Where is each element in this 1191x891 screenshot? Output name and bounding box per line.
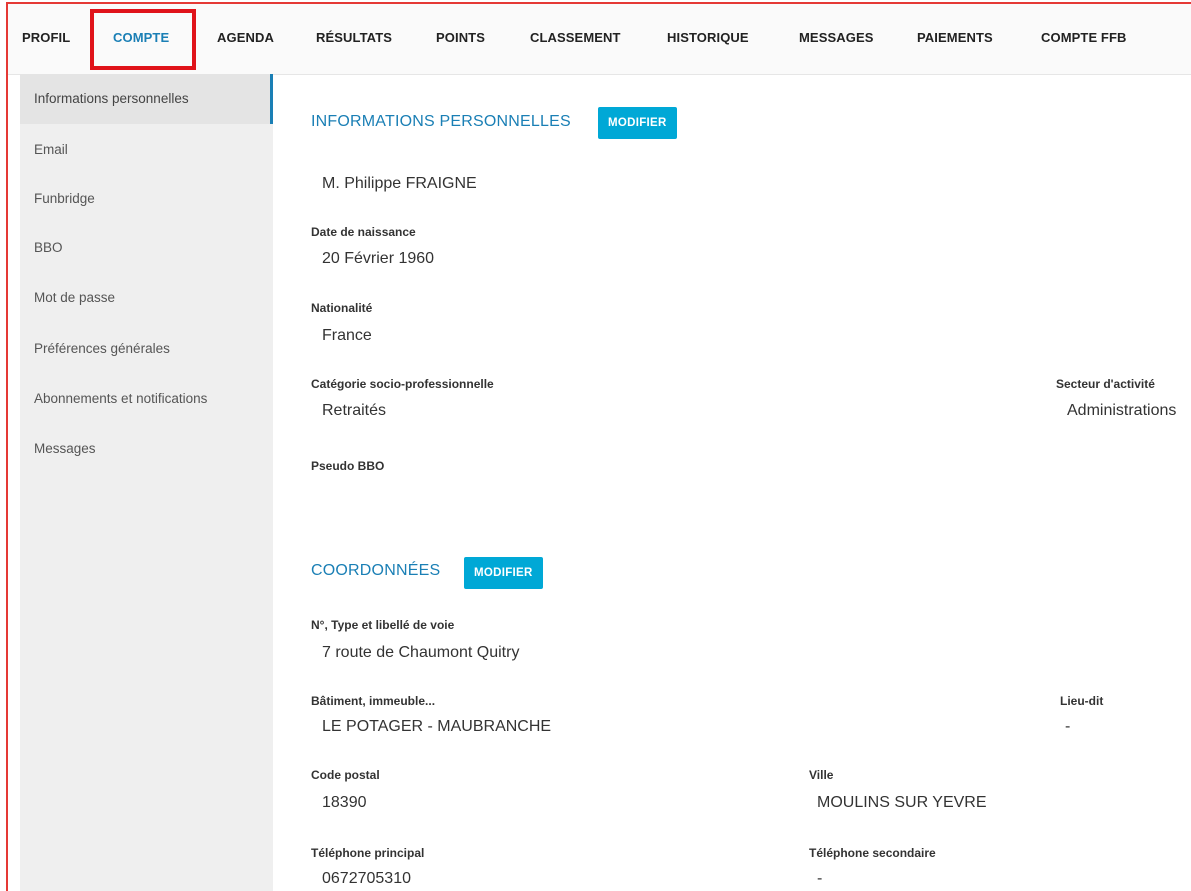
nav-tab-classement[interactable]: CLASSEMENT bbox=[530, 30, 621, 45]
sector-value: Administrations bbox=[1067, 402, 1177, 419]
csp-value: Retraités bbox=[322, 402, 387, 419]
sidebar-item-informations-personnelles[interactable]: Informations personnelles bbox=[20, 74, 273, 124]
sidebar-item-messages[interactable]: Messages bbox=[20, 424, 273, 474]
sector-label: Secteur d'activité bbox=[1056, 377, 1155, 391]
nav-tab-historique[interactable]: HISTORIQUE bbox=[667, 30, 749, 45]
sidebar-item-preferences[interactable]: Préférences générales bbox=[20, 324, 273, 374]
bbo-pseudo-label: Pseudo BBO bbox=[311, 459, 385, 473]
nationality-label: Nationalité bbox=[311, 301, 373, 315]
postal-code-value: 18390 bbox=[322, 794, 367, 811]
sidebar-item-mot-de-passe[interactable]: Mot de passe bbox=[20, 273, 273, 323]
sidebar-item-email[interactable]: Email bbox=[20, 125, 273, 175]
csp-label: Catégorie socio-professionnelle bbox=[311, 377, 494, 391]
person-name: M. Philippe FRAIGNE bbox=[322, 175, 477, 192]
phone-secondary-label: Téléphone secondaire bbox=[809, 846, 936, 860]
birth-value: 20 Février 1960 bbox=[322, 250, 435, 267]
street-value: 7 route de Chaumont Quitry bbox=[322, 644, 520, 661]
nav-tab-resultats[interactable]: RÉSULTATS bbox=[316, 30, 392, 45]
postal-code-label: Code postal bbox=[311, 768, 380, 782]
nationality-value: France bbox=[322, 327, 372, 344]
sidebar-item-funbridge[interactable]: Funbridge bbox=[20, 174, 273, 224]
sidebar-item-abonnements[interactable]: Abonnements et notifications bbox=[20, 374, 273, 424]
nav-tab-compte-ffb[interactable]: COMPTE FFB bbox=[1041, 30, 1127, 45]
phone-main-value: 0672705310 bbox=[322, 870, 411, 887]
street-label: N°, Type et libellé de voie bbox=[311, 618, 455, 632]
sidebar: Informations personnelles Email Funbridg… bbox=[20, 74, 273, 891]
nav-tab-paiements[interactable]: PAIEMENTS bbox=[917, 30, 993, 45]
city-value: MOULINS SUR YEVRE bbox=[817, 794, 987, 811]
birth-label: Date de naissance bbox=[311, 225, 416, 239]
nav-tab-profil[interactable]: PROFIL bbox=[22, 30, 70, 45]
lieu-dit-value: - bbox=[1065, 718, 1071, 735]
edit-contact-button[interactable]: MODIFIER bbox=[464, 557, 543, 589]
phone-secondary-value: - bbox=[817, 870, 823, 887]
section-title-contact: COORDONNÉES bbox=[311, 562, 441, 579]
sidebar-item-bbo[interactable]: BBO bbox=[20, 223, 273, 273]
app-frame: PROFIL COMPTE AGENDA RÉSULTATS POINTS CL… bbox=[6, 2, 1191, 891]
highlight-annotation bbox=[90, 9, 196, 70]
section-title-personal: INFORMATIONS PERSONNELLES bbox=[311, 113, 571, 130]
phone-main-label: Téléphone principal bbox=[311, 846, 425, 860]
nav-tab-agenda[interactable]: AGENDA bbox=[217, 30, 274, 45]
building-value: LE POTAGER - MAUBRANCHE bbox=[322, 718, 552, 735]
building-label: Bâtiment, immeuble... bbox=[311, 694, 436, 708]
city-label: Ville bbox=[809, 768, 834, 782]
nav-tab-points[interactable]: POINTS bbox=[436, 30, 485, 45]
top-navigation: PROFIL COMPTE AGENDA RÉSULTATS POINTS CL… bbox=[8, 4, 1191, 75]
lieu-dit-label: Lieu-dit bbox=[1060, 694, 1104, 708]
nav-tab-messages[interactable]: MESSAGES bbox=[799, 30, 873, 45]
edit-personal-button[interactable]: MODIFIER bbox=[598, 107, 677, 139]
